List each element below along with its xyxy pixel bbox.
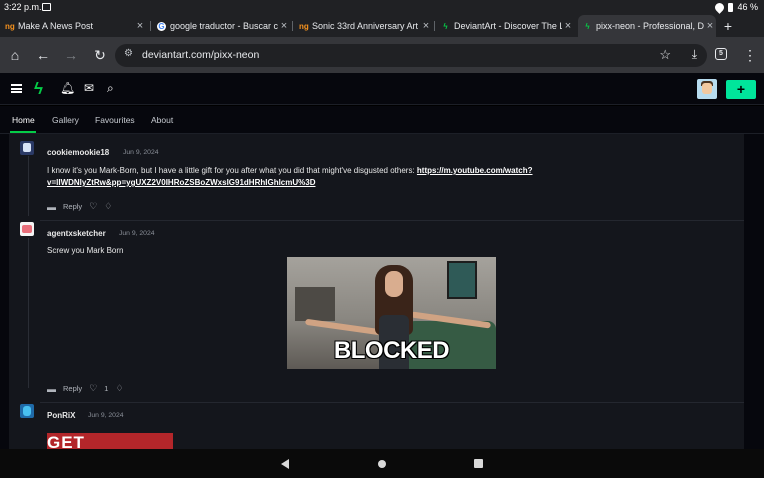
kebab-menu-icon[interactable]: ⋮ <box>741 46 759 64</box>
avatar[interactable] <box>20 222 34 236</box>
newgrounds-favicon-icon: ng <box>299 21 309 31</box>
status-time: 3:22 p.m. <box>4 2 42 12</box>
close-tab-icon[interactable]: × <box>420 20 432 32</box>
avatar[interactable] <box>20 141 34 155</box>
browser-toolbar: ⌂ ← → ↻ ⚙ deviantart.com/pixx-neon ☆ ⤓ 5… <box>0 37 764 73</box>
youtube-link-continued[interactable]: v=lIWDNlyZtRw&pp=ygUXZ2V0IHRoZSBoZWxsIG9… <box>47 178 315 187</box>
deviantart-logo-icon[interactable]: ϟ <box>34 80 43 97</box>
close-tab-icon[interactable]: × <box>562 20 574 32</box>
comment-username[interactable]: cookiemookie18 <box>47 148 109 157</box>
battery-level: 46 % <box>737 2 758 12</box>
arrow-right-icon[interactable]: → <box>62 46 80 64</box>
heart-icon[interactable]: ♡ <box>89 201 97 212</box>
deviantart-favicon-icon: ϟ <box>585 21 590 31</box>
comment-body: Screw you Mark Born <box>47 246 124 255</box>
tab-title: pixx-neon - Professional, Dg <box>596 21 704 31</box>
gallery-notification-icon <box>42 3 51 11</box>
tab-title: google traductor - Buscar c <box>170 21 278 31</box>
tab-title: Sonic 33rd Anniversary Art <box>312 21 419 31</box>
tab-switcher-button[interactable]: 5 <box>715 48 727 60</box>
comment-actions: ▬ Reply ♡ 1 ♢ <box>47 383 124 394</box>
browser-tab-active[interactable]: ϟ pixx-neon - Professional, Dg × <box>578 15 716 37</box>
search-icon[interactable]: ⌕ <box>107 81 114 95</box>
url-text[interactable]: deviantart.com/pixx-neon <box>142 49 259 61</box>
address-bar[interactable]: ⚙ deviantart.com/pixx-neon ☆ ⤓ <box>115 44 707 67</box>
browser-tab[interactable]: ng Sonic 33rd Anniversary Art × <box>294 15 432 37</box>
site-settings-icon[interactable]: ⚙ <box>124 48 133 59</box>
image-text: GET <box>47 433 85 449</box>
browser-tab[interactable]: ng Make A News Post × <box>0 15 146 37</box>
home-icon[interactable]: ⌂ <box>6 46 24 64</box>
system-nav-bar <box>0 449 764 478</box>
comment-actions: ▬ Reply ♡ ♢ <box>47 201 112 212</box>
close-tab-icon[interactable]: × <box>134 20 146 32</box>
youtube-link[interactable]: https://m.youtube.com/watch? <box>417 166 533 175</box>
comments-section: cookiemookie18 Jun 9, 2024 I know it's y… <box>0 134 764 449</box>
status-bar: 3:22 p.m. 46 % <box>0 0 764 15</box>
reload-icon[interactable]: ↻ <box>91 46 109 64</box>
comment-date[interactable]: Jun 9, 2024 <box>88 412 124 419</box>
tab-strip: ng Make A News Post × G google traductor… <box>0 15 764 37</box>
home-circle-icon[interactable] <box>378 460 386 468</box>
profile-nav: Home Gallery Favourites About <box>0 106 764 134</box>
comment-username[interactable]: agentxsketcher <box>47 229 106 238</box>
site-header: ϟ 🔔︎ ✉ ⌕ + <box>0 73 764 105</box>
back-icon[interactable] <box>281 459 289 469</box>
bell-icon[interactable]: 🔔︎ <box>60 81 75 95</box>
mail-icon[interactable]: ✉ <box>84 81 94 95</box>
create-button[interactable]: + <box>726 80 756 99</box>
tab-title: Make A News Post <box>18 21 94 31</box>
blocked-gif[interactable]: BLOCKED <box>287 257 496 369</box>
download-icon[interactable]: ⤓ <box>692 47 697 62</box>
deviantart-favicon-icon: ϟ <box>443 21 448 31</box>
google-favicon-icon: G <box>157 21 166 31</box>
badge-icon[interactable]: ♢ <box>104 201 112 212</box>
badge-icon[interactable]: ♢ <box>115 383 123 394</box>
heart-icon[interactable]: ♡ <box>89 383 97 394</box>
wifi-icon <box>713 0 727 14</box>
reply-icon[interactable]: ▬ <box>47 384 56 394</box>
tab-title: DeviantArt - Discover The La <box>454 21 562 31</box>
tab-about[interactable]: About <box>151 115 173 125</box>
tab-gallery[interactable]: Gallery <box>52 115 79 125</box>
close-tab-icon[interactable]: × <box>278 20 290 32</box>
reply-icon[interactable]: ▬ <box>47 202 56 212</box>
battery-icon <box>728 2 734 12</box>
browser-tab[interactable]: G google traductor - Buscar c × <box>152 15 290 37</box>
user-avatar[interactable] <box>697 79 717 99</box>
reply-button[interactable]: Reply <box>63 384 82 393</box>
gif-caption: BLOCKED <box>333 337 450 364</box>
recents-icon[interactable] <box>474 459 483 468</box>
active-tab-indicator <box>10 131 36 133</box>
hamburger-menu-icon[interactable] <box>11 84 22 93</box>
reply-button[interactable]: Reply <box>63 202 82 211</box>
comment-date[interactable]: Jun 9, 2024 <box>119 230 155 237</box>
star-icon[interactable]: ☆ <box>659 47 671 63</box>
newgrounds-favicon-icon: ng <box>5 21 15 31</box>
close-tab-icon[interactable]: × <box>704 20 716 32</box>
comment-username[interactable]: PonRiX <box>47 411 75 420</box>
avatar[interactable] <box>20 404 34 418</box>
new-tab-button[interactable]: + <box>720 15 736 37</box>
tab-home[interactable]: Home <box>12 115 35 125</box>
comment-date[interactable]: Jun 9, 2024 <box>123 149 159 156</box>
like-count: 1 <box>104 384 109 393</box>
tab-favourites[interactable]: Favourites <box>95 115 135 125</box>
browser-tab[interactable]: ϟ DeviantArt - Discover The La × <box>436 15 574 37</box>
comment-image[interactable]: GET <box>47 433 173 449</box>
arrow-left-icon[interactable]: ← <box>34 46 52 64</box>
comment-body: I know it's you Mark-Born, but I have a … <box>47 166 533 187</box>
